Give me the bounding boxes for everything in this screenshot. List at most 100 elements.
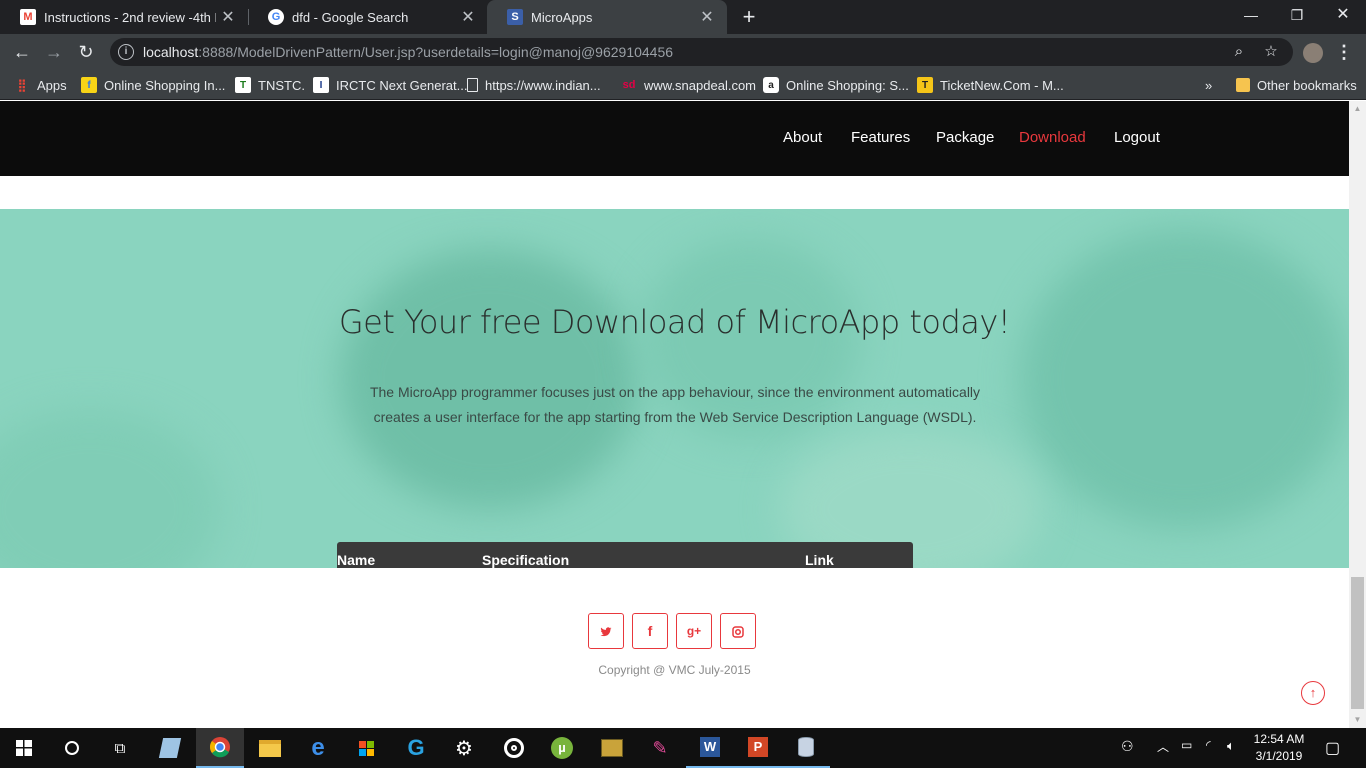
- bookmark-indian[interactable]: https://www.indian...: [467, 76, 601, 94]
- arrow-up-icon: ↑: [1309, 685, 1317, 700]
- clock-time: 12:54 AM: [1253, 732, 1305, 746]
- google-icon: G: [268, 9, 284, 25]
- scroll-down-arrow-icon[interactable]: ▼: [1349, 712, 1366, 728]
- utorrent-icon: µ: [551, 737, 573, 759]
- bookmarks-overflow-button[interactable]: »: [1205, 76, 1212, 94]
- flipkart-icon: f: [81, 77, 97, 93]
- nav-logout[interactable]: Logout: [1114, 129, 1160, 146]
- background-shape: [340, 249, 640, 509]
- new-tab-button[interactable]: +: [736, 4, 762, 30]
- scrollbar-thumb[interactable]: [1351, 577, 1364, 709]
- windows-logo-icon: [16, 740, 32, 756]
- taskbar-app-settings[interactable]: ⚙: [440, 728, 488, 768]
- reload-button[interactable]: ↻: [72, 38, 100, 66]
- bookmark-label: TicketNew.Com - M...: [940, 77, 1064, 93]
- taskbar-app-paint[interactable]: ✎: [636, 728, 684, 768]
- back-button[interactable]: ←: [8, 38, 36, 66]
- taskbar-app-utorrent[interactable]: µ: [538, 728, 586, 768]
- taskbar-app-file-explorer[interactable]: [246, 728, 294, 768]
- restore-button[interactable]: ❐: [1274, 0, 1320, 30]
- bookmark-apps[interactable]: ⣿ Apps: [14, 76, 67, 94]
- notification-icon[interactable]: ▢: [1325, 738, 1340, 758]
- bookmark-label: TNSTC.: [258, 77, 305, 93]
- section-description: The MicroApp programmer focuses just on …: [345, 380, 1005, 430]
- page-scrollbar[interactable]: ▲ ▼: [1349, 101, 1366, 728]
- tnstc-icon: T: [235, 77, 251, 93]
- tab-microapps[interactable]: S MicroApps ✕: [487, 0, 727, 34]
- chrome-menu-icon[interactable]: ⋮: [1334, 40, 1354, 64]
- taskbar-app-notepad[interactable]: [146, 728, 194, 768]
- url-text[interactable]: localhost:8888/ModelDrivenPattern/User.j…: [143, 44, 673, 60]
- close-icon[interactable]: ✕: [216, 7, 240, 27]
- nav-about[interactable]: About: [783, 129, 822, 146]
- cortana-button[interactable]: [48, 728, 96, 768]
- close-icon[interactable]: ✕: [456, 7, 480, 27]
- taskbar-app-store[interactable]: [342, 728, 390, 768]
- google-plus-button[interactable]: g+: [676, 613, 712, 649]
- bookmark-amazon[interactable]: a Online Shopping: S...: [763, 76, 909, 94]
- overflow-label: »: [1205, 77, 1213, 93]
- taskbar-app-powerpoint[interactable]: P: [734, 728, 782, 768]
- bookmark-tnstc[interactable]: T TNSTC.: [235, 76, 305, 94]
- irctc-icon: I: [313, 77, 329, 93]
- people-icon[interactable]: ⚇: [1121, 738, 1134, 755]
- nav-package[interactable]: Package: [936, 129, 994, 146]
- taskbar-app-logitech[interactable]: G: [392, 728, 440, 768]
- nav-download[interactable]: Download: [1019, 129, 1086, 146]
- scroll-to-top-button[interactable]: ↑: [1301, 681, 1325, 705]
- database-icon: [798, 737, 814, 757]
- address-bar[interactable]: i localhost:8888/ModelDrivenPattern/User…: [110, 38, 1293, 66]
- bookmark-label: IRCTC Next Generat...: [336, 77, 468, 93]
- url-path: :8888/ModelDrivenPattern/User.jsp?userde…: [198, 44, 674, 60]
- gear-icon: ⚙: [455, 737, 473, 760]
- taskbar-app-database[interactable]: [782, 728, 830, 768]
- instagram-icon: [732, 626, 744, 639]
- bookmark-ticketnew[interactable]: T TicketNew.Com - M...: [917, 76, 1064, 94]
- wifi-icon[interactable]: ◜: [1206, 738, 1211, 752]
- close-window-button[interactable]: ✕: [1320, 0, 1366, 30]
- bookmark-flipkart[interactable]: f Online Shopping In...: [81, 76, 225, 94]
- twitter-button[interactable]: [588, 613, 624, 649]
- bookmark-snapdeal[interactable]: sd www.snapdeal.com: [621, 76, 756, 94]
- chevron-up-icon[interactable]: ︿: [1157, 738, 1169, 755]
- facebook-button[interactable]: f: [632, 613, 668, 649]
- battery-icon[interactable]: ▭: [1181, 738, 1192, 752]
- start-button[interactable]: [0, 728, 48, 768]
- column-header-specification: Specification: [482, 552, 570, 568]
- disc-icon: [504, 738, 524, 758]
- ticketnew-icon: T: [917, 77, 933, 93]
- taskbar-app-edge[interactable]: e: [294, 728, 342, 768]
- task-view-button[interactable]: ⧉: [96, 728, 144, 768]
- taskbar-app-word[interactable]: W: [686, 728, 734, 768]
- instagram-button[interactable]: [720, 613, 756, 649]
- taskbar-app-groove[interactable]: [490, 728, 538, 768]
- logitech-icon: G: [407, 735, 425, 760]
- taskbar-app-chrome[interactable]: [196, 728, 244, 768]
- nav-features[interactable]: Features: [851, 129, 910, 146]
- close-icon[interactable]: ✕: [695, 7, 719, 27]
- minimize-button[interactable]: —: [1228, 0, 1274, 30]
- description-line: creates a user interface for the app sta…: [373, 409, 977, 425]
- bookmark-irctc[interactable]: I IRCTC Next Generat...: [313, 76, 467, 94]
- column-header-name: Name: [337, 552, 376, 568]
- bookmark-other[interactable]: Other bookmarks: [1236, 76, 1357, 94]
- column-header-link: Link: [805, 552, 834, 568]
- taskbar-app-packages[interactable]: [588, 728, 636, 768]
- system-clock[interactable]: 12:54 AM 3/1/2019: [1249, 731, 1309, 765]
- bookmark-label: Apps: [37, 77, 67, 93]
- tab-title: dfd - Google Search: [292, 9, 409, 25]
- profile-avatar[interactable]: [1303, 43, 1323, 63]
- zoom-icon[interactable]: ⌕: [1229, 42, 1249, 62]
- bookmark-star-icon[interactable]: ☆: [1261, 42, 1281, 62]
- tab-gmail[interactable]: M Instructions - 2nd review -4th Ma ✕: [0, 0, 248, 34]
- bookmarks-bar: ⣿ Apps f Online Shopping In... T TNSTC. …: [0, 70, 1366, 100]
- bookmark-label: Online Shopping In...: [104, 77, 226, 93]
- tab-google-search[interactable]: G dfd - Google Search ✕: [248, 0, 488, 34]
- volume-icon[interactable]: 🔈︎: [1227, 738, 1235, 754]
- forward-button[interactable]: →: [40, 38, 68, 66]
- info-icon[interactable]: i: [118, 44, 134, 60]
- scroll-up-arrow-icon[interactable]: ▲: [1349, 101, 1366, 117]
- word-icon: W: [700, 737, 720, 757]
- store-icon: [358, 740, 374, 756]
- folder-icon: [1236, 78, 1250, 92]
